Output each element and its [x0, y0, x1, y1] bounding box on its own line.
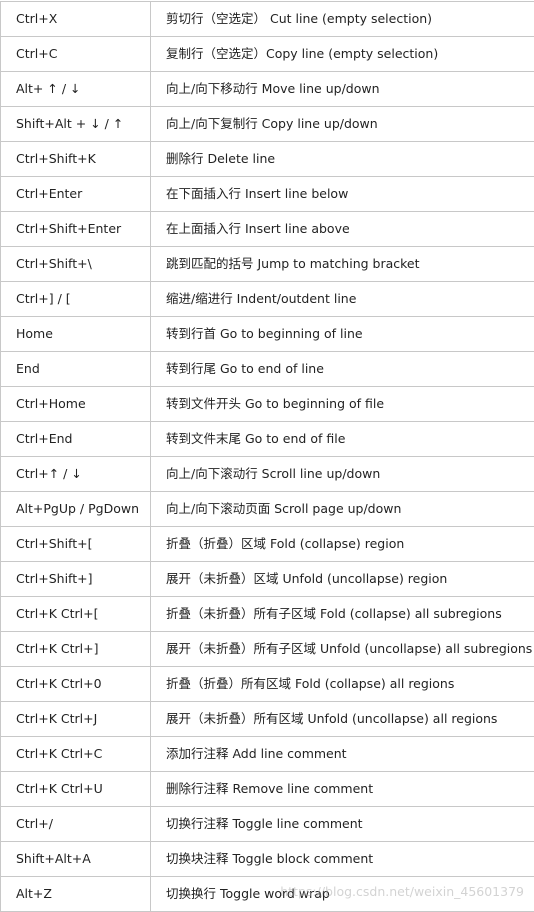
table-row: Ctrl+K Ctrl+J 展开（未折叠）所有区域 Unfold (uncolla…: [0, 701, 534, 737]
shortcut-description: 剪切行（空选定） Cut line (empty selection): [150, 1, 534, 37]
shortcut-description: 删除行注释 Remove line comment: [150, 771, 534, 807]
shortcut-key: Ctrl+Home: [0, 386, 151, 422]
shortcut-key: Shift+Alt + ↓ / ↑: [0, 106, 151, 142]
shortcut-description: 切换块注释 Toggle block comment: [150, 841, 534, 877]
table-row: Shift+Alt+A 切换块注释 Toggle block comment: [0, 841, 534, 877]
table-row: Ctrl+K Ctrl+] 展开（未折叠）所有子区域 Unfold (uncoll…: [0, 631, 534, 667]
shortcut-key: End: [0, 351, 151, 387]
shortcut-key: Shift+Alt+A: [0, 841, 151, 877]
shortcut-key: Alt+Z: [0, 876, 151, 912]
shortcut-table: Ctrl+X 剪切行（空选定） Cut line (empty selection…: [0, 1, 534, 912]
table-row: Ctrl+End 转到文件末尾 Go to end of file: [0, 421, 534, 457]
shortcut-key: Ctrl+K Ctrl+J: [0, 701, 151, 737]
shortcut-key: Ctrl+K Ctrl+C: [0, 736, 151, 772]
shortcut-key: Ctrl+K Ctrl+0: [0, 666, 151, 702]
shortcut-description: 添加行注释 Add line comment: [150, 736, 534, 772]
table-row: Ctrl+K Ctrl+0 折叠（折叠）所有区域 Fold (collapse) …: [0, 666, 534, 702]
shortcut-description: 向上/向下复制行 Copy line up/down: [150, 106, 534, 142]
shortcut-key: Ctrl+Shift+\: [0, 246, 151, 282]
shortcut-description: 折叠（折叠）所有区域 Fold (collapse) all regions: [150, 666, 534, 702]
table-row: Ctrl+/切换行注释 Toggle line comment: [0, 806, 534, 842]
table-row: Ctrl+↑ / ↓ 向上/向下滚动行 Scroll line up/down: [0, 456, 534, 492]
shortcut-description: 转到行尾 Go to end of line: [150, 351, 534, 387]
table-row: Ctrl+Shift+] 展开（未折叠）区域 Unfold (uncollapse…: [0, 561, 534, 597]
shortcut-key: Alt+ ↑ / ↓: [0, 71, 151, 107]
shortcut-description: 删除行 Delete line: [150, 141, 534, 177]
table-row: Ctrl+Home 转到文件开头 Go to beginning of file: [0, 386, 534, 422]
table-row: Ctrl+Shift+[折叠（折叠）区域 Fold (collapse) reg…: [0, 526, 534, 562]
shortcut-key: Alt+PgUp / PgDown: [0, 491, 151, 527]
table-row: Ctrl+K Ctrl+C 添加行注释 Add line comment: [0, 736, 534, 772]
shortcut-description: 缩进/缩进行 Indent/outdent line: [150, 281, 534, 317]
shortcut-description: 向上/向下滚动页面 Scroll page up/down: [150, 491, 534, 527]
shortcut-key: Ctrl+/: [0, 806, 151, 842]
shortcut-key: Ctrl+] / [: [0, 281, 151, 317]
table-row: End 转到行尾 Go to end of line: [0, 351, 534, 387]
shortcut-key: Ctrl+K Ctrl+]: [0, 631, 151, 667]
shortcut-description: 转到文件末尾 Go to end of file: [150, 421, 534, 457]
shortcut-description: 折叠（折叠）区域 Fold (collapse) region: [150, 526, 534, 562]
shortcut-description: 转到行首 Go to beginning of line: [150, 316, 534, 352]
shortcut-description: 跳到匹配的括号 Jump to matching bracket: [150, 246, 534, 282]
shortcut-key: Ctrl+K Ctrl+[: [0, 596, 151, 632]
shortcut-key: Ctrl+Shift+Enter: [0, 211, 151, 247]
shortcut-key: Ctrl+↑ / ↓: [0, 456, 151, 492]
table-row: Ctrl+C 复制行（空选定）Copy line (empty selection…: [0, 36, 534, 72]
table-row: Ctrl+X 剪切行（空选定） Cut line (empty selection…: [0, 1, 534, 37]
table-row: Home 转到行首 Go to beginning of line: [0, 316, 534, 352]
table-row: Ctrl+Shift+K 删除行 Delete line: [0, 141, 534, 177]
shortcut-description: 向上/向下滚动行 Scroll line up/down: [150, 456, 534, 492]
table-row: Ctrl+] / [缩进/缩进行 Indent/outdent line: [0, 281, 534, 317]
shortcut-description: 复制行（空选定）Copy line (empty selection): [150, 36, 534, 72]
shortcut-description: 切换换行 Toggle word wrap: [150, 876, 534, 912]
table-row: Ctrl+K Ctrl+U 删除行注释 Remove line comment: [0, 771, 534, 807]
shortcut-description: 展开（未折叠）所有子区域 Unfold (uncollapse) all sub…: [150, 631, 534, 667]
table-row: Ctrl+Shift+\ 跳到匹配的括号 Jump to matching bra…: [0, 246, 534, 282]
shortcut-description: 展开（未折叠）区域 Unfold (uncollapse) region: [150, 561, 534, 597]
shortcut-description: 切换行注释 Toggle line comment: [150, 806, 534, 842]
shortcut-description: 在下面插入行 Insert line below: [150, 176, 534, 212]
shortcut-key: Ctrl+X: [0, 1, 151, 37]
shortcut-key: Ctrl+Shift+K: [0, 141, 151, 177]
shortcut-key: Ctrl+Shift+]: [0, 561, 151, 597]
shortcut-key: Home: [0, 316, 151, 352]
shortcut-description: 展开（未折叠）所有区域 Unfold (uncollapse) all regi…: [150, 701, 534, 737]
shortcut-key: Ctrl+K Ctrl+U: [0, 771, 151, 807]
shortcut-key: Ctrl+Shift+[: [0, 526, 151, 562]
shortcut-key: Ctrl+Enter: [0, 176, 151, 212]
table-row: Ctrl+K Ctrl+[折叠（未折叠）所有子区域 Fold (collapse…: [0, 596, 534, 632]
table-row: Alt+PgUp / PgDown 向上/向下滚动页面 Scroll page u…: [0, 491, 534, 527]
shortcut-description: 向上/向下移动行 Move line up/down: [150, 71, 534, 107]
table-row: Ctrl+Enter 在下面插入行 Insert line below: [0, 176, 534, 212]
table-row: Alt+ ↑ / ↓ 向上/向下移动行 Move line up/down: [0, 71, 534, 107]
shortcut-table-body: Ctrl+X 剪切行（空选定） Cut line (empty selection…: [0, 1, 534, 912]
shortcut-key: Ctrl+End: [0, 421, 151, 457]
table-row: Ctrl+Shift+Enter 在上面插入行 Insert line above: [0, 211, 534, 247]
shortcut-description: 转到文件开头 Go to beginning of file: [150, 386, 534, 422]
shortcut-description: 折叠（未折叠）所有子区域 Fold (collapse) all subregi…: [150, 596, 534, 632]
table-row: Alt+Z 切换换行 Toggle word wrap: [0, 876, 534, 912]
table-row: Shift+Alt + ↓ / ↑ 向上/向下复制行 Copy line up/d…: [0, 106, 534, 142]
shortcut-description: 在上面插入行 Insert line above: [150, 211, 534, 247]
shortcut-key: Ctrl+C: [0, 36, 151, 72]
